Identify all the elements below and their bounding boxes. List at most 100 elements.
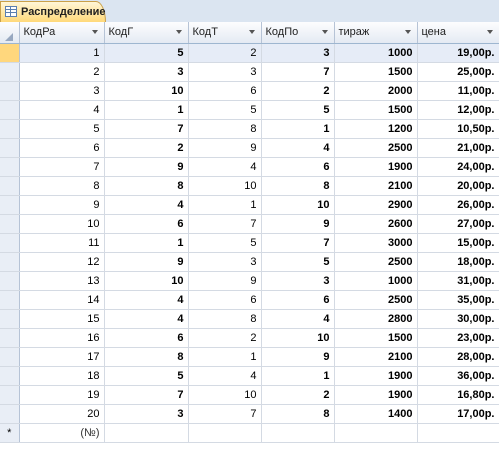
table-cell[interactable]: 1900 xyxy=(334,385,418,405)
table-cell[interactable]: 1 xyxy=(261,366,335,386)
table-cell[interactable]: 6 xyxy=(261,290,335,310)
table-cell[interactable]: 7 xyxy=(104,385,189,405)
table-cell[interactable]: 3 xyxy=(261,43,335,63)
row-selector[interactable] xyxy=(0,81,20,101)
table-cell[interactable]: 18 xyxy=(19,366,105,386)
table-cell[interactable]: 3 xyxy=(261,271,335,291)
table-cell[interactable]: 13 xyxy=(19,271,105,291)
table-cell[interactable]: 1 xyxy=(188,347,262,367)
table-cell[interactable]: 6 xyxy=(261,157,335,177)
dropdown-arrow-icon[interactable] xyxy=(321,30,328,34)
dropdown-arrow-icon[interactable] xyxy=(175,30,182,34)
table-row[interactable]: 2 3 3 7 1500 25,00р. xyxy=(0,62,499,82)
table-cell[interactable]: 17,00р. xyxy=(417,404,499,424)
table-cell[interactable]: 3 xyxy=(19,81,105,101)
new-record-id-cell[interactable]: (№) xyxy=(19,423,105,443)
table-cell[interactable]: 4 xyxy=(104,195,189,215)
table-cell[interactable]: 2800 xyxy=(334,309,418,329)
table-cell[interactable]: 7 xyxy=(104,119,189,139)
row-selector[interactable] xyxy=(0,328,20,348)
table-row[interactable]: 17 8 1 9 2100 28,00р. xyxy=(0,347,499,367)
new-record-cell[interactable] xyxy=(261,423,335,443)
table-row[interactable]: 7 9 4 6 1900 24,00р. xyxy=(0,157,499,177)
table-cell[interactable]: 10 xyxy=(188,176,262,196)
table-row[interactable]: 3 10 6 2 2000 11,00р. xyxy=(0,81,499,101)
table-row[interactable]: 18 5 4 1 1900 36,00р. xyxy=(0,366,499,386)
table-cell[interactable]: 3 xyxy=(188,62,262,82)
row-selector[interactable] xyxy=(0,195,20,215)
table-row[interactable]: 20 3 7 8 1400 17,00р. xyxy=(0,404,499,424)
table-cell[interactable]: 10 xyxy=(104,271,189,291)
table-cell[interactable]: 1 xyxy=(104,233,189,253)
table-cell[interactable]: 1 xyxy=(104,100,189,120)
new-record-cell[interactable] xyxy=(104,423,189,443)
row-selector[interactable] xyxy=(0,43,20,63)
table-cell[interactable]: 2 xyxy=(104,138,189,158)
table-cell[interactable]: 6 xyxy=(104,214,189,234)
table-cell[interactable]: 12,00р. xyxy=(417,100,499,120)
table-row[interactable]: 14 4 6 6 2500 35,00р. xyxy=(0,290,499,310)
column-header-tsena[interactable]: цена xyxy=(417,22,499,44)
table-row[interactable]: 12 9 3 5 2500 18,00р. xyxy=(0,252,499,272)
table-cell[interactable]: 16,80р. xyxy=(417,385,499,405)
column-header-kodra[interactable]: КодРа xyxy=(19,22,105,44)
table-cell[interactable]: 2 xyxy=(261,385,335,405)
table-cell[interactable]: 4 xyxy=(261,138,335,158)
table-row[interactable]: 1 5 2 3 1000 19,00р. xyxy=(0,43,499,63)
table-cell[interactable]: 12 xyxy=(19,252,105,272)
table-row[interactable]: 11 1 5 7 3000 15,00р. xyxy=(0,233,499,253)
table-row[interactable]: 10 6 7 9 2600 27,00р. xyxy=(0,214,499,234)
table-cell[interactable]: 7 xyxy=(188,404,262,424)
table-cell[interactable]: 1900 xyxy=(334,157,418,177)
table-cell[interactable]: 3 xyxy=(104,404,189,424)
table-cell[interactable]: 5 xyxy=(188,233,262,253)
table-cell[interactable]: 9 xyxy=(188,271,262,291)
table-cell[interactable]: 19,00р. xyxy=(417,43,499,63)
table-cell[interactable]: 27,00р. xyxy=(417,214,499,234)
table-cell[interactable]: 9 xyxy=(19,195,105,215)
table-cell[interactable]: 6 xyxy=(104,328,189,348)
dropdown-arrow-icon[interactable] xyxy=(91,30,98,34)
table-cell[interactable]: 1 xyxy=(188,195,262,215)
new-record-cell[interactable] xyxy=(417,423,499,443)
row-selector[interactable] xyxy=(0,404,20,424)
table-cell[interactable]: 3000 xyxy=(334,233,418,253)
table-cell[interactable]: 1900 xyxy=(334,366,418,386)
table-cell[interactable]: 2 xyxy=(261,81,335,101)
table-cell[interactable]: 6 xyxy=(19,138,105,158)
table-cell[interactable]: 20 xyxy=(19,404,105,424)
table-cell[interactable]: 4 xyxy=(104,290,189,310)
table-cell[interactable]: 10 xyxy=(19,214,105,234)
table-cell[interactable]: 28,00р. xyxy=(417,347,499,367)
table-cell[interactable]: 11,00р. xyxy=(417,81,499,101)
table-cell[interactable]: 9 xyxy=(104,157,189,177)
table-cell[interactable]: 2100 xyxy=(334,347,418,367)
table-cell[interactable]: 4 xyxy=(261,309,335,329)
table-cell[interactable]: 10 xyxy=(261,195,335,215)
table-cell[interactable]: 1500 xyxy=(334,328,418,348)
table-cell[interactable]: 8 xyxy=(261,404,335,424)
table-cell[interactable]: 2600 xyxy=(334,214,418,234)
table-cell[interactable]: 8 xyxy=(188,309,262,329)
row-selector[interactable] xyxy=(0,233,20,253)
table-row[interactable]: 19 7 10 2 1900 16,80р. xyxy=(0,385,499,405)
table-cell[interactable]: 9 xyxy=(104,252,189,272)
table-cell[interactable]: 21,00р. xyxy=(417,138,499,158)
new-record-cell[interactable] xyxy=(334,423,418,443)
table-cell[interactable]: 9 xyxy=(188,138,262,158)
table-cell[interactable]: 7 xyxy=(261,62,335,82)
row-selector[interactable] xyxy=(0,157,20,177)
table-cell[interactable]: 5 xyxy=(261,252,335,272)
table-row[interactable]: 13 10 9 3 1000 31,00р. xyxy=(0,271,499,291)
table-cell[interactable]: 10,50р. xyxy=(417,119,499,139)
table-cell[interactable]: 2000 xyxy=(334,81,418,101)
table-cell[interactable]: 2900 xyxy=(334,195,418,215)
table-cell[interactable]: 2 xyxy=(188,43,262,63)
table-cell[interactable]: 7 xyxy=(188,214,262,234)
table-row[interactable]: 8 8 10 8 2100 20,00р. xyxy=(0,176,499,196)
column-header-kodt[interactable]: КодТ xyxy=(188,22,262,44)
dropdown-arrow-icon[interactable] xyxy=(404,30,411,34)
row-selector[interactable] xyxy=(0,214,20,234)
table-cell[interactable]: 1000 xyxy=(334,271,418,291)
row-selector[interactable] xyxy=(0,385,20,405)
